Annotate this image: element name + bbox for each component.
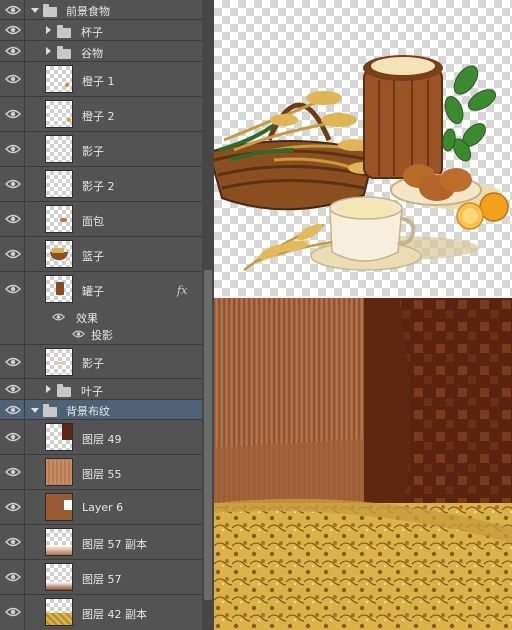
folder-icon — [43, 4, 57, 17]
eye-icon[interactable] — [5, 606, 21, 618]
layer-name: 图层 42 副本 — [82, 608, 147, 621]
layer-name: 背景布纹 — [66, 405, 110, 418]
folder-icon — [57, 25, 71, 38]
layer-row[interactable]: 橙子 2 — [0, 97, 202, 132]
layer-row[interactable]: 图层 55 — [0, 455, 202, 490]
background-fabric-preview — [214, 298, 512, 630]
eye-icon[interactable] — [72, 329, 85, 339]
layer-thumbnail — [45, 275, 73, 303]
layer-group-row[interactable]: 叶子 — [0, 379, 202, 400]
effects-label: 效果 — [76, 312, 98, 325]
layer-thumbnail — [45, 458, 73, 486]
layer-row[interactable]: 影子 — [0, 345, 202, 379]
document-canvas[interactable] — [207, 0, 512, 630]
layer-thumbnail — [45, 563, 73, 591]
folder-icon — [57, 384, 71, 397]
layer-name: 面包 — [82, 215, 104, 228]
layer-row[interactable]: 罐子 fx 效果 投影 — [0, 272, 202, 345]
layer-row[interactable]: 图层 57 副本 — [0, 525, 202, 560]
eye-icon[interactable] — [5, 4, 21, 16]
layer-row[interactable]: 影子 2 — [0, 167, 202, 202]
layer-thumbnail — [45, 423, 73, 451]
expand-triangle-icon[interactable] — [31, 8, 39, 13]
folder-icon — [57, 46, 71, 59]
layer-thumbnail — [45, 493, 73, 521]
layer-thumbnail — [45, 65, 73, 93]
food-illustration — [207, 55, 509, 272]
layer-group-row[interactable]: 杯子 — [0, 20, 202, 41]
layer-name: 叶子 — [81, 385, 103, 398]
eye-icon[interactable] — [5, 283, 21, 295]
layer-name: 影子 — [82, 357, 104, 370]
layer-thumbnail — [45, 240, 73, 268]
layer-name: 橙子 1 — [82, 75, 115, 88]
expand-triangle-icon[interactable] — [46, 47, 51, 55]
eye-icon[interactable] — [5, 571, 21, 583]
eye-icon[interactable] — [5, 45, 21, 57]
eye-icon[interactable] — [5, 248, 21, 260]
fabric-illustration — [214, 298, 512, 630]
layer-name: 图层 57 — [82, 573, 122, 586]
layer-name: 橙子 2 — [82, 110, 115, 123]
expand-triangle-icon[interactable] — [31, 408, 39, 413]
folder-icon — [43, 404, 57, 417]
layer-name: 谷物 — [81, 47, 103, 60]
layer-name: 罐子 — [82, 285, 104, 298]
layer-name: Layer 6 — [82, 501, 124, 514]
layer-row[interactable]: 影子 — [0, 132, 202, 167]
layer-name: 图层 55 — [82, 468, 122, 481]
layer-group-row-selected[interactable]: 背景布纹 — [0, 400, 202, 420]
layer-thumbnail — [45, 348, 73, 376]
layer-row[interactable]: 图层 49 — [0, 420, 202, 455]
layer-group-row[interactable]: 谷物 — [0, 41, 202, 62]
layer-row[interactable]: 面包 — [0, 202, 202, 237]
eye-icon[interactable] — [5, 178, 21, 190]
eye-icon[interactable] — [5, 73, 21, 85]
layer-row[interactable]: 橙子 1 — [0, 62, 202, 97]
layer-row[interactable]: 篮子 — [0, 237, 202, 272]
layer-row[interactable]: 图层 42 副本 — [0, 595, 202, 630]
expand-triangle-icon[interactable] — [46, 385, 51, 393]
eye-icon[interactable] — [5, 536, 21, 548]
layer-name: 图层 57 副本 — [82, 538, 147, 551]
layer-name: 篮子 — [82, 250, 104, 263]
layer-name: 影子 2 — [82, 180, 115, 193]
eye-icon[interactable] — [5, 143, 21, 155]
layer-group-row[interactable]: 前景食物 — [0, 0, 202, 20]
eye-icon[interactable] — [5, 24, 21, 36]
eye-icon[interactable] — [5, 383, 21, 395]
eye-icon[interactable] — [5, 501, 21, 513]
expand-triangle-icon[interactable] — [46, 26, 51, 34]
eye-icon[interactable] — [5, 404, 21, 416]
eye-icon[interactable] — [5, 213, 21, 225]
layer-thumbnail — [45, 100, 73, 128]
layer-name: 图层 49 — [82, 433, 122, 446]
layer-row[interactable]: Layer 6 — [0, 490, 202, 525]
layer-name: 影子 — [82, 145, 104, 158]
effect-drop-shadow[interactable]: 投影 — [91, 327, 113, 343]
layer-name: 前景食物 — [66, 5, 110, 18]
fx-icon[interactable]: fx — [177, 284, 187, 297]
layer-name: 杯子 — [81, 26, 103, 39]
eye-icon[interactable] — [5, 356, 21, 368]
layer-thumbnail — [45, 598, 73, 626]
eye-icon[interactable] — [52, 312, 65, 322]
layer-thumbnail — [45, 528, 73, 556]
layers-panel: 前景食物 杯子 谷物 橙子 1 橙子 2 影子 影子 2 面包 篮子 罐子 fx… — [0, 0, 214, 630]
eye-icon[interactable] — [5, 431, 21, 443]
layer-thumbnail — [45, 135, 73, 163]
foreground-food-preview — [207, 0, 512, 298]
layer-thumbnail — [45, 205, 73, 233]
layer-thumbnail — [45, 170, 73, 198]
eye-icon[interactable] — [5, 466, 21, 478]
eye-icon[interactable] — [5, 108, 21, 120]
scrollbar-thumb[interactable] — [204, 270, 212, 600]
layer-row[interactable]: 图层 57 — [0, 560, 202, 595]
